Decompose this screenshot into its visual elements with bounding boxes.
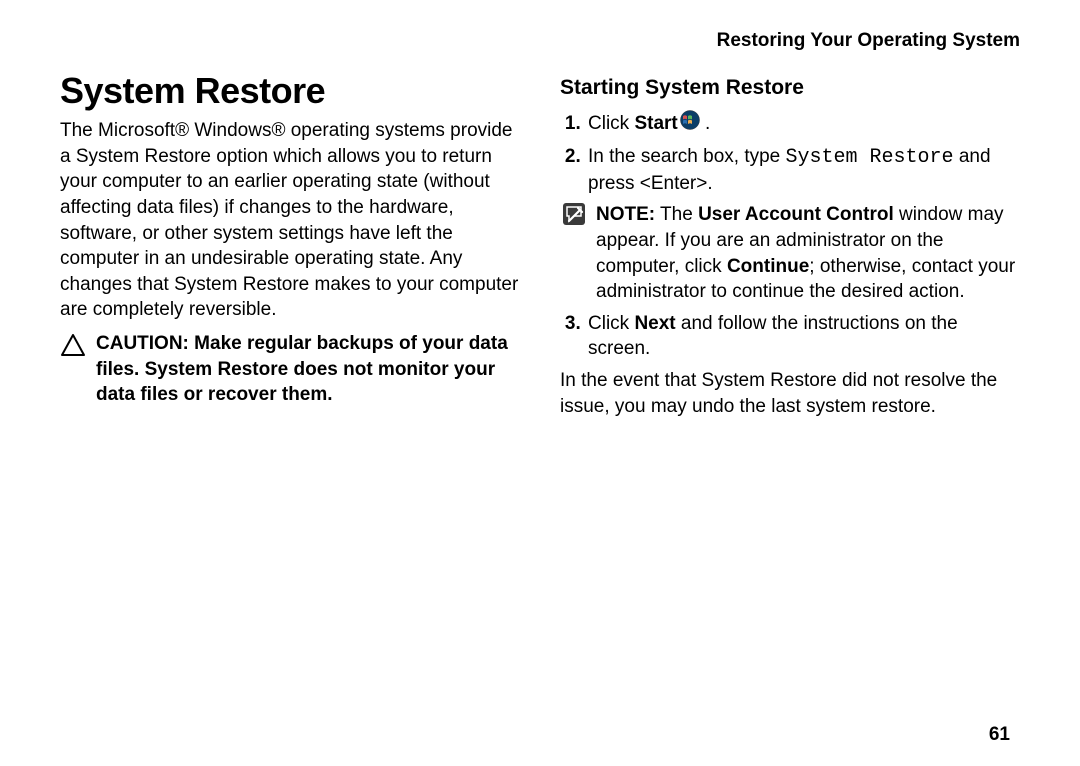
step1-bold: Start — [634, 113, 677, 134]
note-d: Continue — [727, 256, 809, 277]
running-header: Restoring Your Operating System — [60, 30, 1020, 52]
step1-text-a: Click — [588, 113, 634, 134]
caution-icon — [60, 333, 86, 408]
step-2: In the search box, type System Restore a… — [586, 144, 1020, 305]
closing-paragraph: In the event that System Restore did not… — [560, 368, 1020, 419]
note-label: NOTE: — [596, 204, 655, 225]
note-b: User Account Control — [698, 204, 894, 225]
page-title: System Restore — [60, 70, 520, 112]
steps-list: Click Start . In the search box, type Sy… — [560, 110, 1020, 362]
note-icon — [562, 202, 586, 305]
note-block: NOTE: The User Account Control window ma… — [562, 202, 1020, 305]
section-subtitle: Starting System Restore — [560, 76, 1020, 100]
intro-paragraph: The Microsoft® Windows® operating system… — [60, 118, 520, 323]
step3-b: Next — [634, 313, 675, 334]
step2-text-a: In the search box, type — [588, 146, 786, 167]
step2-code: System Restore — [786, 146, 954, 169]
step3-a: Click — [588, 313, 634, 334]
note-a: The — [660, 204, 698, 225]
caution-text: CAUTION: Make regular backups of your da… — [96, 331, 520, 408]
caution-block: CAUTION: Make regular backups of your da… — [60, 331, 520, 408]
caution-label: CAUTION: — [96, 333, 189, 354]
right-column: Starting System Restore Click Start . — [560, 70, 1020, 427]
page-number: 61 — [989, 724, 1010, 746]
left-column: System Restore The Microsoft® Windows® o… — [60, 70, 520, 427]
windows-start-icon — [680, 110, 700, 138]
step1-text-c: . — [700, 113, 711, 134]
step-3: Click Next and follow the instructions o… — [586, 311, 1020, 362]
note-text: NOTE: The User Account Control window ma… — [596, 202, 1020, 305]
step-1: Click Start . — [586, 110, 1020, 138]
